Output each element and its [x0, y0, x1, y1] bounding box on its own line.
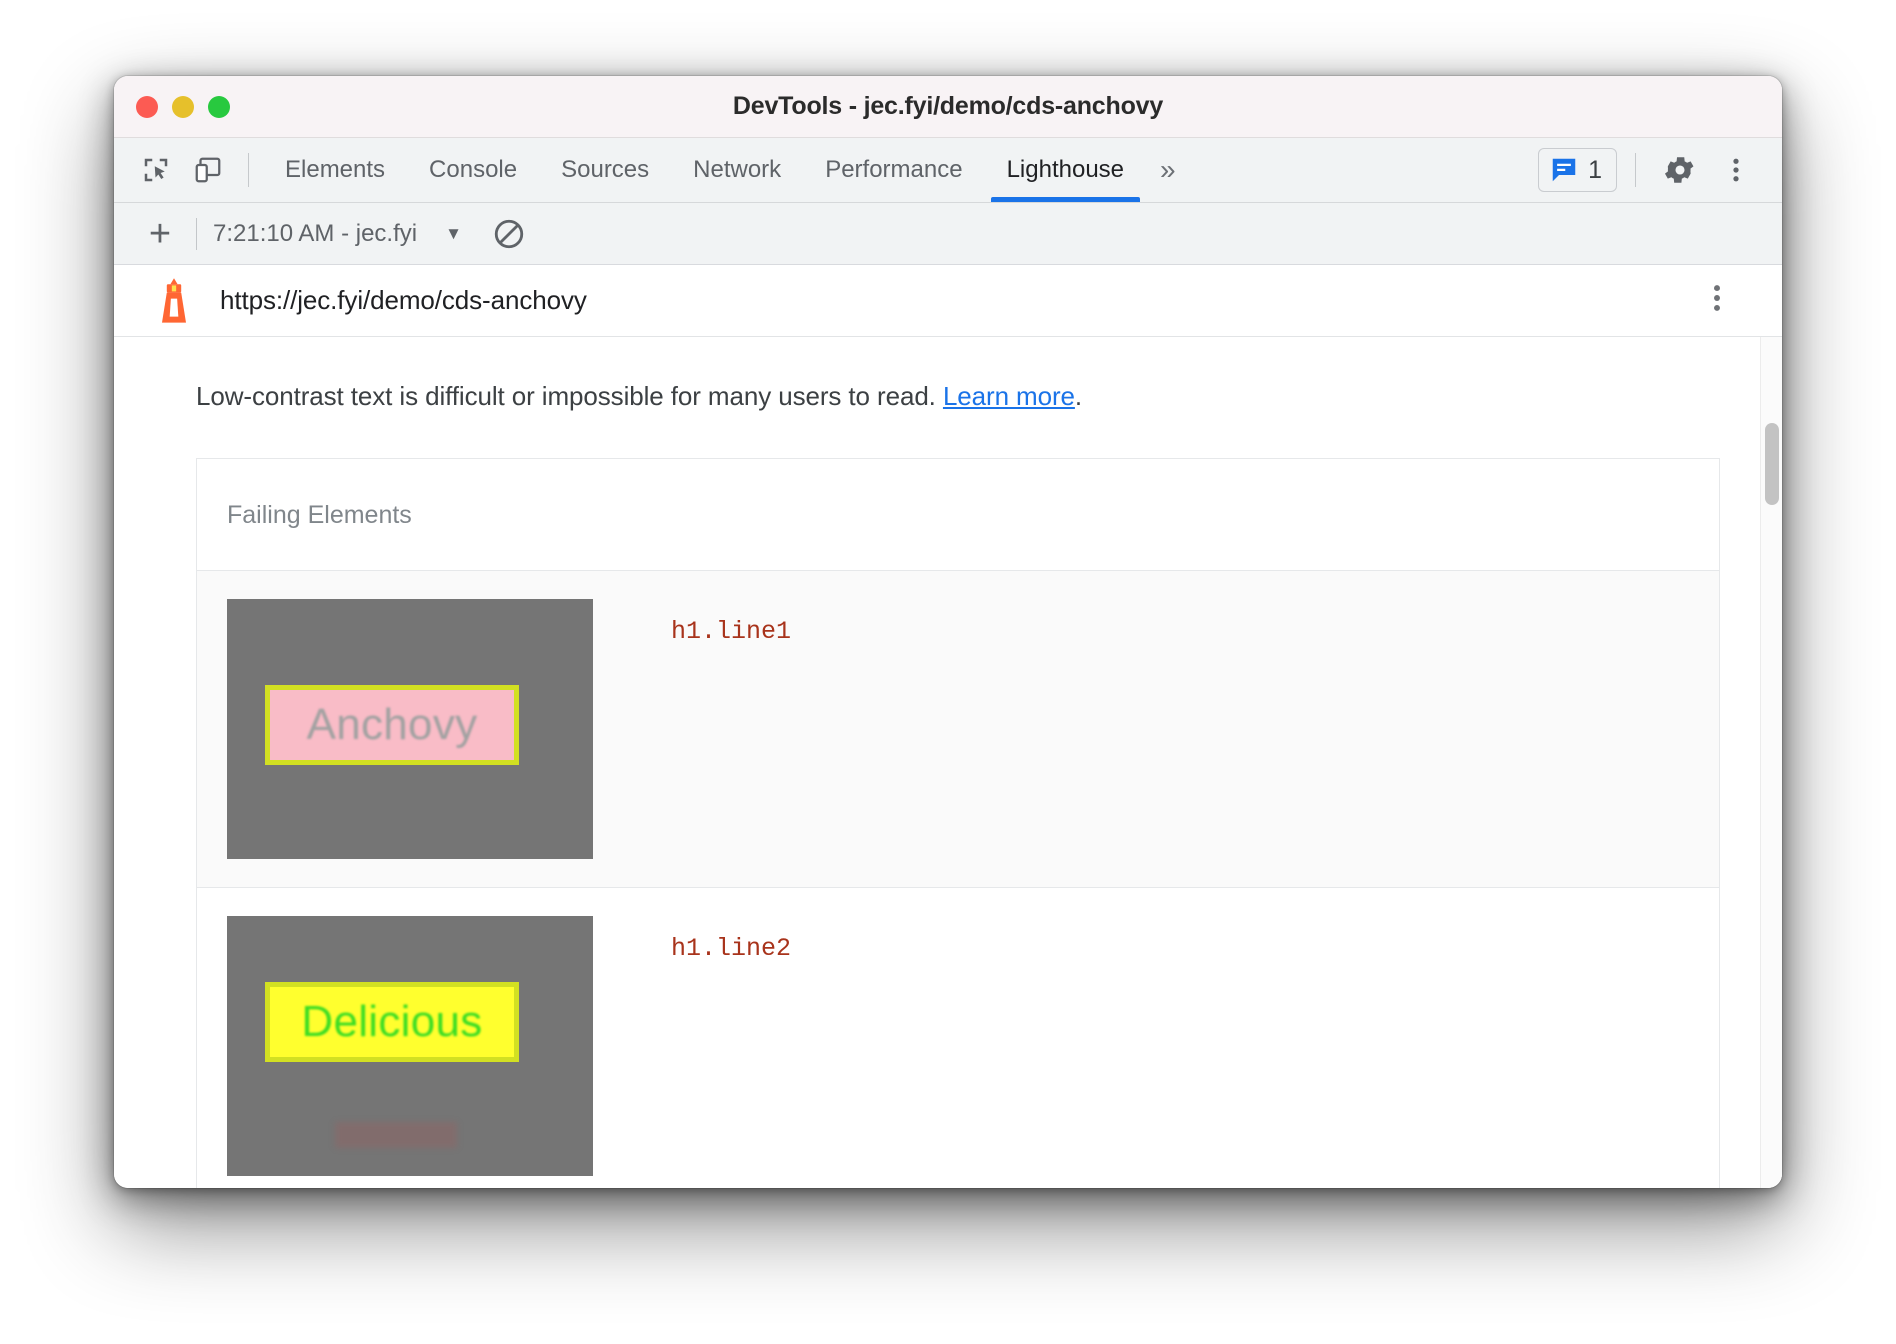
- element-thumbnail[interactable]: Anchovy: [227, 599, 593, 859]
- message-count: 1: [1588, 156, 1602, 185]
- tab-performance[interactable]: Performance: [803, 138, 984, 202]
- tab-label: Elements: [285, 156, 385, 184]
- settings-button[interactable]: [1654, 144, 1706, 196]
- inspect-element-icon: [141, 155, 171, 185]
- element-thumbnail[interactable]: Delicious: [227, 916, 593, 1176]
- tabstrip-actions: 1: [1538, 144, 1782, 196]
- main-menu-button[interactable]: [1710, 144, 1762, 196]
- failing-elements-header: Failing Elements: [197, 459, 1719, 571]
- toolbar-divider: [248, 153, 249, 187]
- failing-elements-card: Failing Elements Anchovy h1.line1 Del: [196, 458, 1720, 1188]
- more-tabs-button[interactable]: »: [1146, 154, 1190, 186]
- actions-divider: [1635, 153, 1636, 187]
- device-toolbar-icon: [193, 155, 223, 185]
- kebab-menu-icon: [1704, 281, 1730, 315]
- snippet-text: Anchovy: [307, 700, 478, 750]
- runbar-divider: [196, 218, 197, 250]
- clear-all-icon: [492, 217, 526, 251]
- tab-network[interactable]: Network: [671, 138, 803, 202]
- tab-sources[interactable]: Sources: [539, 138, 671, 202]
- inspect-element-button[interactable]: [130, 144, 182, 196]
- console-messages-button[interactable]: 1: [1538, 148, 1617, 192]
- panel-tabs: Elements Console Sources Network Perform…: [263, 138, 1190, 202]
- devtools-tabstrip: Elements Console Sources Network Perform…: [114, 138, 1782, 203]
- highlighted-snippet: Delicious: [265, 982, 519, 1062]
- learn-more-link[interactable]: Learn more: [943, 381, 1075, 411]
- snippet-text: Delicious: [301, 997, 482, 1047]
- lighthouse-report-body: Low-contrast text is difficult or imposs…: [114, 337, 1782, 1188]
- message-bubble-icon: [1549, 155, 1579, 185]
- report-selector[interactable]: 7:21:10 AM - jec.fyi ▼: [213, 220, 462, 248]
- gear-icon: [1663, 153, 1697, 187]
- table-row[interactable]: Delicious h1.line2: [197, 888, 1719, 1188]
- audited-url: https://jec.fyi/demo/cds-anchovy: [220, 285, 587, 316]
- lighthouse-brand-icon: [154, 277, 194, 325]
- table-row[interactable]: Anchovy h1.line1: [197, 571, 1719, 888]
- audit-description: Low-contrast text is difficult or imposs…: [114, 337, 1782, 412]
- kebab-menu-icon: [1723, 155, 1749, 185]
- selected-report-label: 7:21:10 AM - jec.fyi: [213, 220, 417, 248]
- tab-lighthouse[interactable]: Lighthouse: [985, 138, 1146, 202]
- audit-description-period: .: [1075, 381, 1082, 411]
- chevron-down-icon: ▼: [445, 224, 462, 244]
- chevron-double-right-icon: »: [1160, 154, 1176, 186]
- report-menu-button[interactable]: [1704, 281, 1730, 320]
- window-titlebar: DevTools - jec.fyi/demo/cds-anchovy: [114, 76, 1782, 138]
- audit-description-text: Low-contrast text is difficult or imposs…: [196, 381, 943, 411]
- report-urlbar: https://jec.fyi/demo/cds-anchovy: [114, 265, 1782, 337]
- screenshot-root: DevTools - jec.fyi/demo/cds-anchovy Elem…: [0, 0, 1896, 1344]
- blurred-secondary-text: [335, 1122, 457, 1148]
- scrollbar-thumb[interactable]: [1765, 423, 1779, 505]
- tab-label: Lighthouse: [1007, 156, 1124, 184]
- element-selector: h1.line1: [593, 599, 791, 646]
- device-toolbar-button[interactable]: [182, 144, 234, 196]
- tab-label: Console: [429, 156, 517, 184]
- new-report-button[interactable]: +: [134, 208, 186, 260]
- devtools-window: DevTools - jec.fyi/demo/cds-anchovy Elem…: [114, 76, 1782, 1188]
- tab-elements[interactable]: Elements: [263, 138, 407, 202]
- tab-label: Network: [693, 156, 781, 184]
- lighthouse-runbar: + 7:21:10 AM - jec.fyi ▼: [114, 203, 1782, 265]
- plus-icon: +: [149, 215, 171, 253]
- element-selector: h1.line2: [593, 916, 791, 963]
- lighthouse-icon: [154, 277, 194, 325]
- tab-label: Performance: [825, 156, 962, 184]
- clear-all-button[interactable]: [488, 213, 530, 255]
- report-scrollbar[interactable]: [1760, 337, 1782, 1188]
- window-title: DevTools - jec.fyi/demo/cds-anchovy: [114, 92, 1782, 121]
- tab-label: Sources: [561, 156, 649, 184]
- highlighted-snippet: Anchovy: [265, 685, 519, 765]
- tab-console[interactable]: Console: [407, 138, 539, 202]
